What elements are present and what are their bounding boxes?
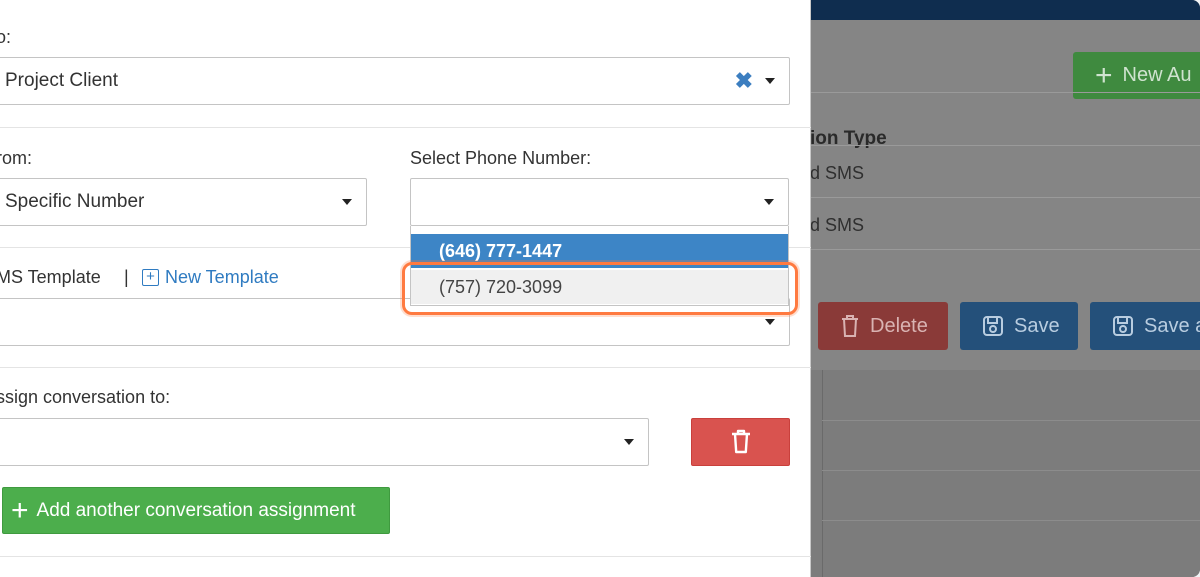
chevron-down-icon xyxy=(764,199,774,205)
trash-icon xyxy=(842,315,858,337)
plus-square-icon: + xyxy=(142,269,159,286)
sms-template-label: MS Template xyxy=(0,267,101,287)
clear-icon[interactable]: ✖ xyxy=(735,68,753,94)
click-highlight xyxy=(402,262,798,315)
divider xyxy=(0,127,811,128)
divider xyxy=(0,556,811,557)
trash-icon xyxy=(731,429,750,454)
assign-select[interactable] xyxy=(0,418,649,466)
divider xyxy=(0,367,811,368)
automation-form-panel: o: Project Client ✖ rom: Specific Number… xyxy=(0,0,811,577)
background-app: + New Au ion Type d SMS d SMS Delete Sav… xyxy=(810,0,1200,577)
chevron-down-icon xyxy=(624,439,634,445)
table-cell-type: d SMS xyxy=(810,163,865,183)
chevron-down-icon xyxy=(342,199,352,205)
divider xyxy=(822,420,1200,421)
separator: | xyxy=(124,267,129,287)
send-to-select[interactable]: Project Client ✖ xyxy=(0,57,790,105)
send-from-label: rom: xyxy=(0,148,32,168)
remove-assignment-button[interactable] xyxy=(691,418,790,466)
add-assignment-button[interactable]: + Add another conversation assignment xyxy=(2,487,390,534)
send-to-value: Project Client xyxy=(5,70,118,91)
table-header-type: ion Type xyxy=(810,128,887,149)
divider xyxy=(810,145,1200,146)
phone-number-label: Select Phone Number: xyxy=(410,148,592,168)
new-automation-label: New Au xyxy=(1122,64,1192,86)
plus-icon: + xyxy=(11,493,29,527)
divider xyxy=(822,520,1200,521)
send-to-label: o: xyxy=(0,27,12,47)
save-and-label: Save a xyxy=(1144,314,1200,337)
divider xyxy=(810,92,1200,93)
save-button[interactable]: Save xyxy=(960,302,1078,350)
table-cell-type: d SMS xyxy=(810,215,865,235)
assign-label: ssign conversation to: xyxy=(0,387,171,407)
plus-icon: + xyxy=(1095,58,1113,92)
save-label: Save xyxy=(1014,314,1060,337)
background-table xyxy=(810,370,1200,577)
floppy-disk-icon xyxy=(1113,316,1133,336)
divider xyxy=(822,370,823,577)
divider xyxy=(810,249,1200,250)
floppy-disk-icon xyxy=(983,316,1003,336)
phone-number-select[interactable] xyxy=(410,178,789,226)
send-from-select[interactable]: Specific Number xyxy=(0,178,367,226)
delete-label: Delete xyxy=(870,314,928,337)
delete-button[interactable]: Delete xyxy=(818,302,948,350)
screen: + New Au ion Type d SMS d SMS Delete Sav… xyxy=(0,0,1200,577)
send-from-value: Specific Number xyxy=(5,191,145,212)
add-assignment-label: Add another conversation assignment xyxy=(36,499,356,521)
new-template-link[interactable]: + New Template xyxy=(142,267,279,288)
new-template-label: New Template xyxy=(165,267,279,287)
background-topbar xyxy=(810,0,1200,20)
chevron-down-icon xyxy=(765,319,775,325)
chevron-down-icon xyxy=(765,78,775,84)
divider xyxy=(810,197,1200,198)
save-and-button[interactable]: Save a xyxy=(1090,302,1200,350)
divider xyxy=(822,470,1200,471)
